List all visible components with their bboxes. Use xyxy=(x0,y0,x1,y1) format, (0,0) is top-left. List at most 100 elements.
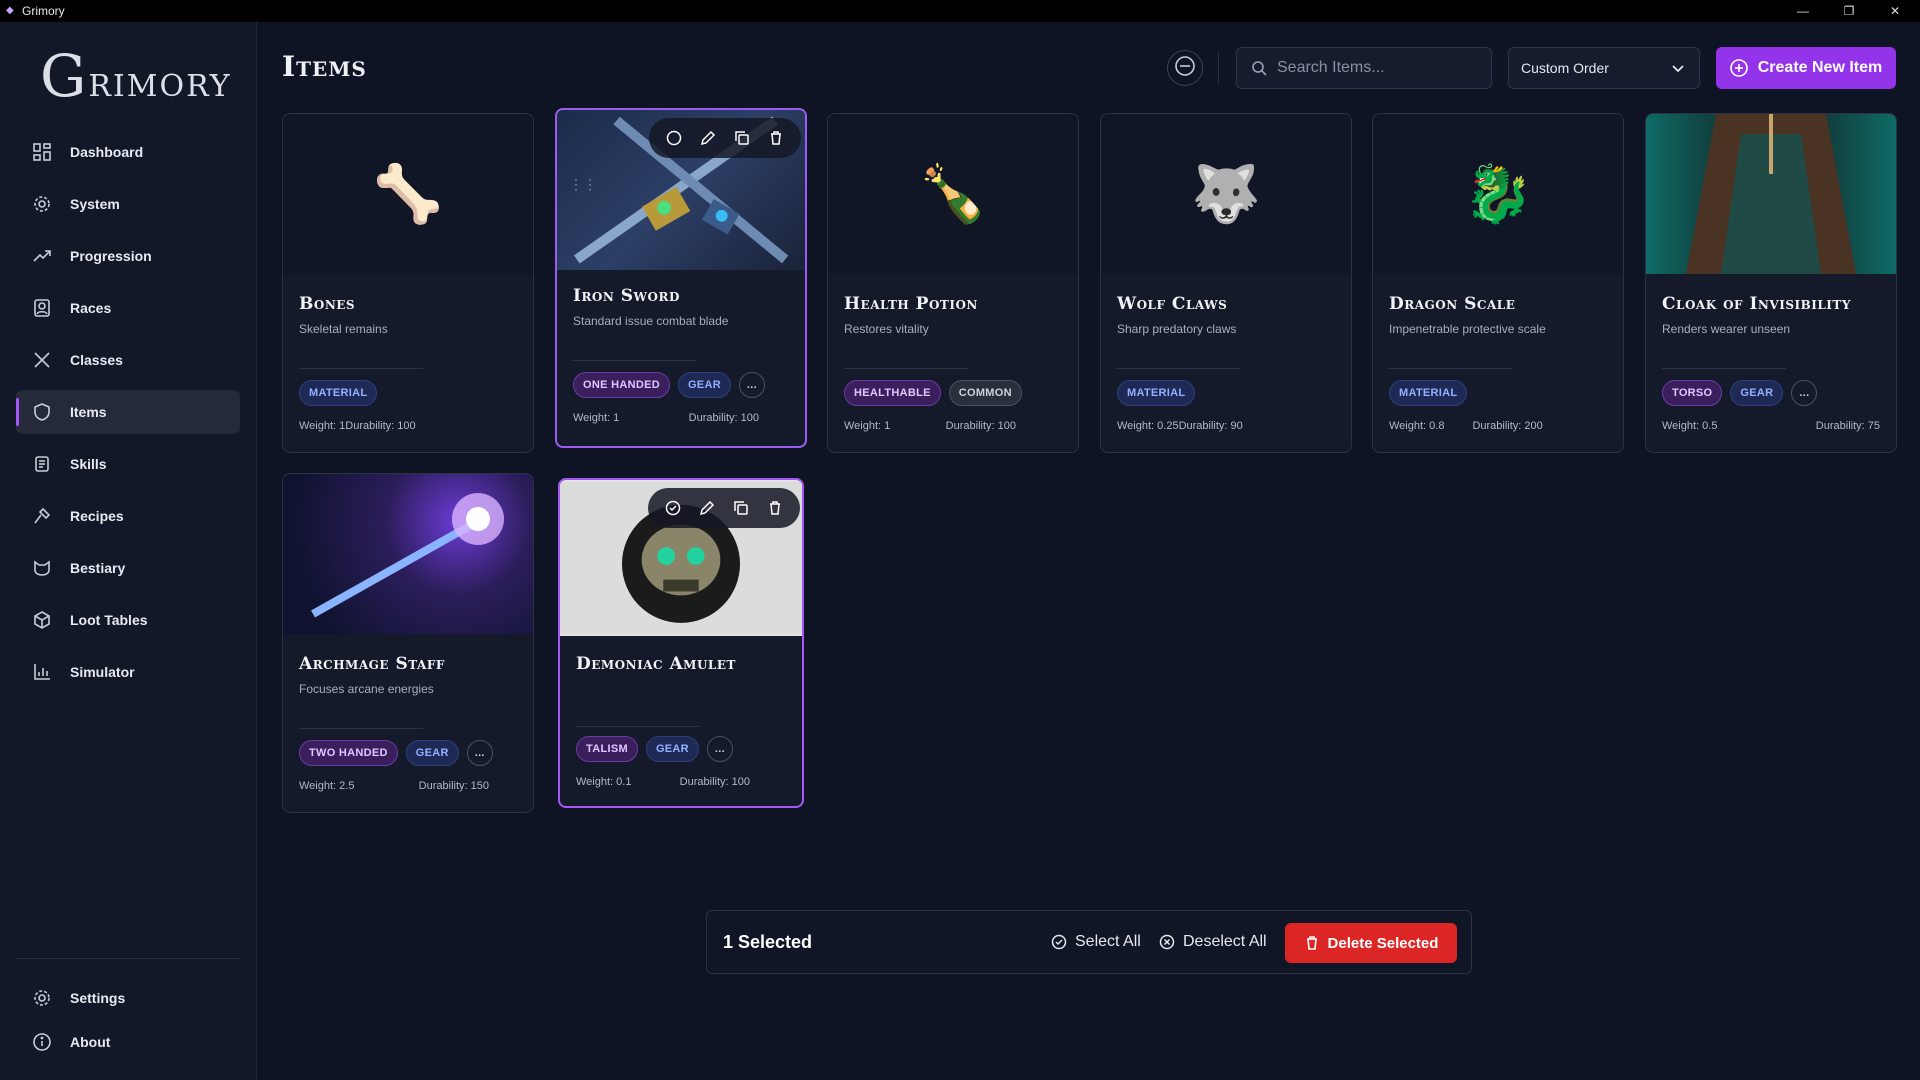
tag-badge: TWO HANDED xyxy=(299,740,398,766)
scroll-icon xyxy=(32,454,52,474)
duplicate-icon[interactable] xyxy=(732,128,752,148)
window-titlebar: ◆ Grimory — ❐ ✕ xyxy=(0,0,1920,22)
item-weight: Weight: 2.5 xyxy=(299,780,355,792)
header-divider xyxy=(1218,52,1219,84)
search-icon xyxy=(1251,60,1267,76)
item-stats: Weight: 1 Durability: 100 xyxy=(299,420,517,432)
item-durability: Durability: 200 xyxy=(1472,420,1543,432)
item-card-bones[interactable]: 🦴 Bones Skeletal remains MATERIAL Weight… xyxy=(282,113,534,453)
item-tags: ONE HANDED GEAR ... xyxy=(573,372,765,398)
item-description: Standard issue combat blade xyxy=(573,314,729,328)
check-circle-icon xyxy=(1051,934,1067,950)
item-weight: Weight: 1 xyxy=(299,420,346,432)
sidebar-item-skills[interactable]: Skills xyxy=(16,442,240,486)
sort-select[interactable]: Custom Order xyxy=(1508,47,1700,89)
item-tags: MATERIAL xyxy=(1117,380,1196,406)
page-title: Items xyxy=(282,50,367,83)
item-card-archmage-staff[interactable]: Archmage Staff Focuses arcane energies T… xyxy=(282,473,534,813)
create-item-button[interactable]: Create New Item xyxy=(1716,47,1896,89)
item-card-demoniac-amulet[interactable]: Demoniac Amulet TALISM GEAR ... Weight: … xyxy=(558,478,804,808)
gear-icon xyxy=(32,194,52,214)
sidebar-item-items[interactable]: Items xyxy=(16,390,240,434)
item-description: Focuses arcane energies xyxy=(299,682,434,696)
select-all-button[interactable]: Select All xyxy=(1051,933,1141,951)
restore-button[interactable]: ❐ xyxy=(1826,0,1872,22)
item-tags: TORSO GEAR ... xyxy=(1662,380,1818,406)
item-card-wolf-claws[interactable]: 🐺 Wolf Claws Sharp predatory claws MATER… xyxy=(1100,113,1352,453)
edit-icon[interactable] xyxy=(698,128,718,148)
sidebar-item-system[interactable]: System xyxy=(16,182,240,226)
duplicate-icon[interactable] xyxy=(731,498,751,518)
item-tags: TALISM GEAR ... xyxy=(576,736,733,762)
close-button[interactable]: ✕ xyxy=(1872,0,1918,22)
sidebar-item-label: System xyxy=(70,196,120,212)
tag-badge: ONE HANDED xyxy=(573,372,670,398)
more-tags-button[interactable]: ... xyxy=(466,740,493,766)
collapse-toggle-button[interactable] xyxy=(1167,50,1203,86)
portrait-icon xyxy=(32,298,52,318)
sidebar-item-about[interactable]: About xyxy=(16,1020,240,1064)
window-title: Grimory xyxy=(22,4,65,18)
sidebar-item-simulator[interactable]: Simulator xyxy=(16,650,240,694)
sidebar-item-progression[interactable]: Progression xyxy=(16,234,240,278)
sidebar-item-bestiary[interactable]: Bestiary xyxy=(16,546,240,590)
sidebar-item-recipes[interactable]: Recipes xyxy=(16,494,240,538)
sidebar-nav: Dashboard System Progression Races Class… xyxy=(16,130,240,702)
trend-icon xyxy=(32,246,52,266)
sidebar-item-label: Progression xyxy=(70,248,152,264)
staff-art-icon xyxy=(311,493,504,618)
select-circle-icon[interactable] xyxy=(664,128,684,148)
sidebar-item-label: Bestiary xyxy=(70,560,126,576)
more-tags-button[interactable]: ... xyxy=(1791,380,1818,406)
sidebar-item-label: Loot Tables xyxy=(70,612,148,628)
tag-badge: GEAR xyxy=(405,740,459,766)
item-image xyxy=(283,474,533,634)
sidebar: GRIMORY Dashboard System Progression Rac… xyxy=(0,22,257,1080)
select-all-label: Select All xyxy=(1075,933,1141,950)
item-card-cloak-of-invisibility[interactable]: Cloak of Invisibility Renders wearer uns… xyxy=(1645,113,1897,453)
bone-icon: 🦴 xyxy=(373,162,443,225)
beast-icon xyxy=(32,558,52,578)
item-card-iron-sword[interactable]: ⋮⋮ Iron Sword Standard issue combat blad… xyxy=(555,108,807,448)
tag-badge: HEALTHABLE xyxy=(844,380,941,406)
edit-icon[interactable] xyxy=(697,498,717,518)
delete-icon[interactable] xyxy=(765,498,785,518)
sidebar-item-settings[interactable]: Settings xyxy=(16,976,240,1020)
delete-icon[interactable] xyxy=(766,128,786,148)
tag-badge: COMMON xyxy=(948,380,1022,406)
sidebar-item-classes[interactable]: Classes xyxy=(16,338,240,382)
gear-icon xyxy=(32,988,52,1008)
more-tags-button[interactable]: ... xyxy=(738,372,765,398)
check-circle-icon[interactable] xyxy=(663,498,683,518)
item-stats: Weight: 0.8 Durability: 200 xyxy=(1389,420,1607,432)
item-stats: Weight: 2.5 Durability: 150 xyxy=(299,780,489,792)
item-description: Renders wearer unseen xyxy=(1662,322,1791,336)
delete-selected-button[interactable]: Delete Selected xyxy=(1285,923,1457,963)
item-card-health-potion[interactable]: 🍾 Health Potion Restores vitality HEALTH… xyxy=(827,113,1079,453)
sidebar-item-loot-tables[interactable]: Loot Tables xyxy=(16,598,240,642)
item-description: Restores vitality xyxy=(844,322,929,336)
tag-badge: MATERIAL xyxy=(299,380,378,406)
item-durability: Durability: 100 xyxy=(945,420,1016,432)
item-card-dragon-scale[interactable]: 🐉 Dragon Scale Impenetrable protective s… xyxy=(1372,113,1624,453)
tag-badge: MATERIAL xyxy=(1117,380,1196,406)
sidebar-item-label: About xyxy=(70,1034,111,1050)
item-stats: Weight: 1 Durability: 100 xyxy=(844,420,1016,432)
item-tags: MATERIAL xyxy=(1389,380,1468,406)
more-tags-button[interactable]: ... xyxy=(706,736,733,762)
minimize-button[interactable]: — xyxy=(1780,0,1826,22)
item-durability: Durability: 75 xyxy=(1815,420,1880,432)
drag-handle-icon[interactable]: ⋮⋮ xyxy=(569,177,597,191)
tag-badge: TORSO xyxy=(1662,380,1723,406)
item-name: Wolf Claws xyxy=(1117,294,1228,314)
item-name: Iron Sword xyxy=(573,286,680,306)
item-name: Archmage Staff xyxy=(299,654,445,674)
item-durability: Durability: 100 xyxy=(688,412,759,424)
tag-badge: GEAR xyxy=(677,372,731,398)
item-description: Skeletal remains xyxy=(299,322,388,336)
sidebar-item-races[interactable]: Races xyxy=(16,286,240,330)
sidebar-item-dashboard[interactable]: Dashboard xyxy=(16,130,240,174)
deselect-all-button[interactable]: Deselect All xyxy=(1159,933,1267,951)
search-input[interactable]: Search Items... xyxy=(1236,47,1492,89)
potion-icon: 🍾 xyxy=(918,162,988,225)
